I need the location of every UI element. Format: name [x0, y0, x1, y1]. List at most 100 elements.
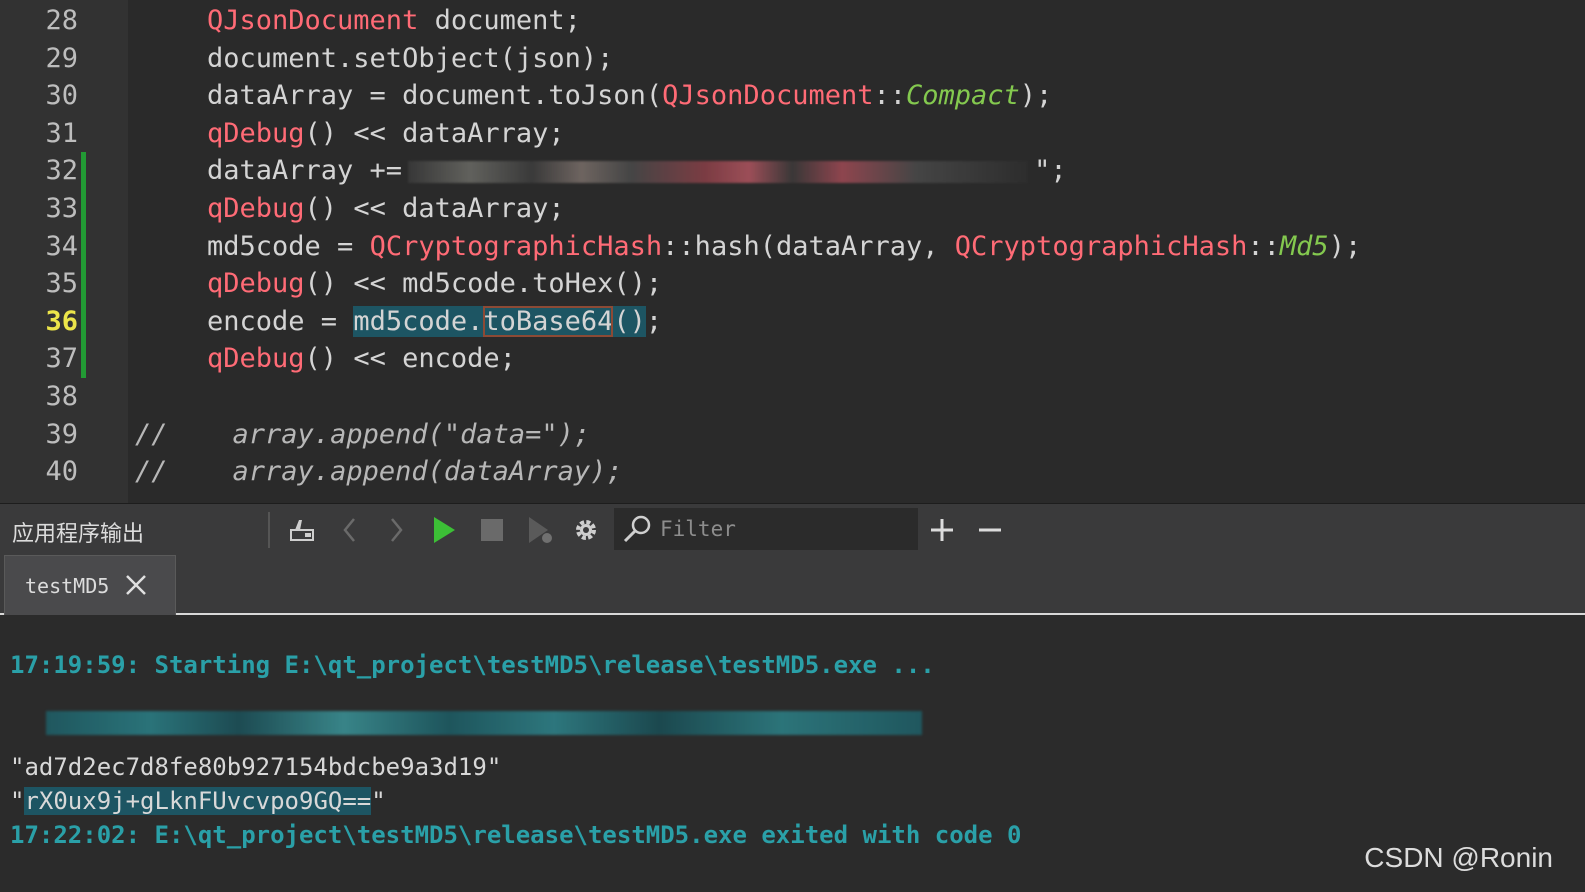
code-line[interactable]: 37 qDebug() << encode; — [0, 340, 1585, 378]
code-token: qDebug — [207, 268, 305, 300]
line-number: 33 — [45, 193, 78, 224]
quote-open: " — [10, 787, 25, 815]
code-token: ; — [645, 305, 663, 337]
previous-icon[interactable] — [332, 512, 368, 548]
base64-value: rX0ux9j+gLknFUvcvpo9GQ== — [24, 787, 372, 815]
line-number: 35 — [45, 268, 78, 300]
code-token: :: — [873, 80, 906, 112]
output-pane-toolbar: 应用程序输出 — [0, 503, 1585, 553]
stop-icon[interactable] — [474, 512, 510, 548]
attach-debugger-icon[interactable] — [522, 512, 558, 548]
code-text: // array.append(dataArray); — [135, 453, 623, 491]
code-text: qDebug() << dataArray; — [207, 190, 565, 228]
code-token: toBase64 — [483, 305, 614, 337]
application-output[interactable]: 17:19:59: Starting E:\qt_project\testMD5… — [0, 615, 1585, 892]
code-text: document.setObject(json); — [207, 40, 613, 78]
code-text: encode = md5code.toBase64(); — [207, 303, 662, 341]
code-line[interactable]: 32 dataArray += "; — [0, 152, 1585, 190]
line-number: 36 — [45, 305, 78, 337]
code-text: qDebug() << md5code.toHex(); — [207, 265, 662, 303]
code-token: document; — [418, 5, 581, 36]
code-line[interactable]: 36 encode = md5code.toBase64(); — [0, 302, 1585, 341]
output-base64-line: "rX0ux9j+gLknFUvcvpo9GQ==" — [10, 787, 386, 815]
code-token: dataArray = document.toJson( — [207, 80, 663, 112]
change-marker — [81, 265, 86, 303]
code-text: dataArray = document.toJson(QJsonDocumen… — [207, 77, 1052, 115]
code-line[interactable]: 30 dataArray = document.toJson(QJsonDocum… — [0, 77, 1585, 115]
code-line[interactable]: 34 md5code = QCryptographicHash::hash(dat… — [0, 227, 1585, 266]
code-token: QCryptographicHash — [369, 230, 663, 262]
code-token: Compact — [906, 80, 1020, 112]
clear-output-icon[interactable] — [284, 512, 320, 548]
code-token: ::hash(dataArray, — [662, 230, 955, 262]
filter-input[interactable] — [660, 514, 910, 544]
code-token: QJsonDocument — [207, 5, 419, 36]
code-token: () << dataArray; — [304, 117, 565, 149]
code-text: dataArray += "; — [207, 152, 1067, 190]
tab-label: testMD5 — [25, 574, 110, 598]
code-text: qDebug() << encode; — [207, 340, 516, 378]
change-marker — [81, 190, 86, 228]
line-number: 34 — [45, 230, 78, 262]
code-token: ); — [1019, 80, 1053, 112]
search-icon — [622, 514, 654, 548]
code-token: // array.append(dataArray); — [135, 456, 623, 488]
output-exit-line: 17:22:02: E:\qt_project\testMD5\release\… — [10, 821, 1022, 849]
code-token: :: — [1247, 230, 1280, 262]
code-token: md5code = — [207, 230, 370, 262]
code-token: "; — [1034, 155, 1067, 187]
line-number: 37 — [45, 343, 78, 375]
code-editor[interactable]: 28 QJsonDocument document; 29 document.setO… — [0, 0, 1585, 503]
code-token: () << dataArray; — [304, 193, 565, 224]
zoom-out-icon[interactable] — [972, 512, 1008, 548]
code-line[interactable]: 28 QJsonDocument document; — [0, 2, 1585, 40]
tab-testmd5[interactable]: testMD5 — [4, 555, 176, 615]
code-line[interactable]: 40 // array.append(dataArray); — [0, 453, 1585, 491]
quote-close: " — [371, 787, 386, 815]
code-line[interactable]: 39 // array.append("data="); — [0, 416, 1585, 454]
next-icon[interactable] — [378, 512, 414, 548]
watermark: CSDN @Ronin — [1364, 842, 1553, 873]
code-token: qDebug — [207, 117, 305, 149]
redacted-output — [46, 711, 922, 735]
change-marker — [81, 227, 86, 266]
change-marker — [81, 340, 86, 378]
code-token: dataArray += — [207, 155, 403, 187]
code-token: () << encode; — [304, 343, 516, 375]
output-start-line: 17:19:59: Starting E:\qt_project\testMD5… — [10, 651, 935, 679]
code-token: Md5 — [1279, 230, 1329, 262]
line-number: 32 — [45, 155, 78, 187]
change-marker — [81, 152, 86, 190]
line-number: 29 — [45, 42, 78, 74]
code-line[interactable]: 35 qDebug() << md5code.toHex(); — [0, 265, 1585, 303]
code-line[interactable]: 31 qDebug() << dataArray; — [0, 115, 1585, 153]
output-tab-bar: testMD5 — [0, 553, 1585, 615]
code-line[interactable]: 38 — [0, 378, 1585, 416]
zoom-in-icon[interactable] — [924, 512, 960, 548]
code-line[interactable]: 33 qDebug() << dataArray; — [0, 190, 1585, 228]
line-number: 40 — [45, 456, 78, 488]
code-token: () << md5code.toHex(); — [304, 268, 663, 300]
code-token: md5code. — [353, 305, 484, 337]
code-token: qDebug — [207, 193, 305, 224]
code-token: document.setObject(json); — [207, 42, 614, 74]
output-hex-line: "ad7d2ec7d8fe80b927154bdcbe9a3d19" — [10, 753, 502, 781]
code-text: // array.append("data="); — [135, 416, 590, 454]
settings-icon[interactable] — [568, 512, 604, 548]
change-marker — [81, 302, 86, 341]
close-icon[interactable] — [123, 572, 149, 598]
filter-box[interactable] — [614, 508, 918, 550]
run-icon[interactable] — [426, 512, 462, 548]
code-token: ); — [1328, 230, 1362, 262]
code-token: QCryptographicHash — [954, 230, 1248, 262]
code-text: QJsonDocument document; — [207, 2, 581, 40]
line-number: 39 — [45, 418, 78, 450]
code-text: qDebug() << dataArray; — [207, 115, 565, 153]
code-token: // array.append("data="); — [135, 418, 591, 450]
redacted-string — [408, 160, 1029, 183]
line-number: 31 — [45, 117, 78, 149]
code-line[interactable]: 29 document.setObject(json); — [0, 40, 1585, 78]
code-text: md5code = QCryptographicHash::hash(dataA… — [207, 228, 1361, 266]
line-number: 38 — [45, 381, 78, 412]
toolbar-separator — [268, 512, 270, 548]
